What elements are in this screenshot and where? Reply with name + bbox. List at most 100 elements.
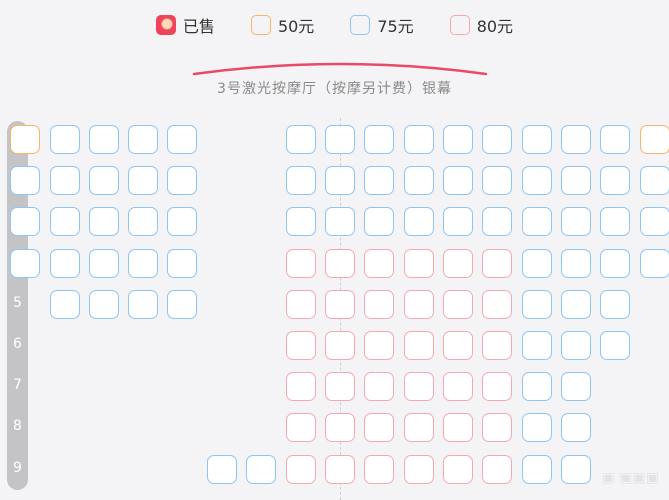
seat[interactable]	[286, 166, 316, 195]
seat[interactable]	[286, 207, 316, 236]
seat[interactable]	[443, 372, 473, 401]
seat[interactable]	[286, 455, 316, 484]
seat[interactable]	[325, 166, 355, 195]
seat[interactable]	[207, 455, 237, 484]
seat[interactable]	[128, 249, 158, 278]
seat[interactable]	[10, 249, 40, 278]
seat[interactable]	[561, 249, 591, 278]
seat[interactable]	[89, 166, 119, 195]
seat[interactable]	[600, 249, 630, 278]
seat[interactable]	[482, 372, 512, 401]
seat[interactable]	[640, 125, 669, 154]
seat[interactable]	[89, 207, 119, 236]
seat[interactable]	[482, 249, 512, 278]
seat[interactable]	[640, 207, 669, 236]
seat[interactable]	[286, 125, 316, 154]
seat[interactable]	[522, 331, 552, 360]
seat[interactable]	[482, 413, 512, 442]
seat[interactable]	[10, 207, 40, 236]
seat[interactable]	[286, 331, 316, 360]
seat[interactable]	[404, 331, 434, 360]
seat[interactable]	[443, 125, 473, 154]
seat[interactable]	[325, 413, 355, 442]
seat[interactable]	[50, 166, 80, 195]
seat[interactable]	[482, 331, 512, 360]
seat[interactable]	[404, 249, 434, 278]
seat[interactable]	[482, 166, 512, 195]
seat[interactable]	[364, 455, 394, 484]
seat[interactable]	[89, 249, 119, 278]
seat[interactable]	[50, 207, 80, 236]
seat[interactable]	[600, 125, 630, 154]
seat[interactable]	[522, 166, 552, 195]
seat[interactable]	[167, 166, 197, 195]
seat[interactable]	[286, 413, 316, 442]
seat[interactable]	[600, 166, 630, 195]
seat[interactable]	[50, 290, 80, 319]
seat[interactable]	[364, 372, 394, 401]
seat[interactable]	[364, 413, 394, 442]
seat[interactable]	[89, 290, 119, 319]
seat[interactable]	[286, 290, 316, 319]
seat[interactable]	[404, 166, 434, 195]
seat[interactable]	[640, 166, 669, 195]
seat[interactable]	[325, 249, 355, 278]
seat[interactable]	[325, 290, 355, 319]
seat[interactable]	[443, 455, 473, 484]
seat[interactable]	[325, 125, 355, 154]
seat[interactable]	[404, 372, 434, 401]
seat[interactable]	[522, 372, 552, 401]
seat[interactable]	[128, 125, 158, 154]
seat[interactable]	[443, 331, 473, 360]
seat[interactable]	[443, 290, 473, 319]
seat[interactable]	[522, 207, 552, 236]
seat[interactable]	[561, 413, 591, 442]
seat[interactable]	[561, 455, 591, 484]
seat[interactable]	[522, 249, 552, 278]
seat[interactable]	[10, 166, 40, 195]
seat[interactable]	[561, 166, 591, 195]
seat[interactable]	[404, 207, 434, 236]
seat[interactable]	[443, 413, 473, 442]
seat[interactable]	[482, 125, 512, 154]
seat[interactable]	[364, 166, 394, 195]
seat[interactable]	[404, 125, 434, 154]
seat[interactable]	[50, 125, 80, 154]
seat[interactable]	[50, 249, 80, 278]
seat[interactable]	[286, 249, 316, 278]
seat[interactable]	[600, 207, 630, 236]
seat[interactable]	[600, 290, 630, 319]
seat[interactable]	[443, 249, 473, 278]
seat[interactable]	[167, 125, 197, 154]
seat[interactable]	[286, 372, 316, 401]
seat[interactable]	[325, 331, 355, 360]
seat[interactable]	[364, 249, 394, 278]
seat[interactable]	[364, 125, 394, 154]
seat[interactable]	[89, 125, 119, 154]
seat[interactable]	[167, 207, 197, 236]
seat[interactable]	[561, 372, 591, 401]
seat[interactable]	[561, 207, 591, 236]
seat[interactable]	[404, 290, 434, 319]
seat[interactable]	[167, 249, 197, 278]
seat[interactable]	[482, 290, 512, 319]
seat[interactable]	[600, 331, 630, 360]
seat[interactable]	[404, 455, 434, 484]
seat[interactable]	[443, 207, 473, 236]
seat[interactable]	[561, 331, 591, 360]
seat[interactable]	[167, 290, 197, 319]
seat[interactable]	[364, 331, 394, 360]
seat[interactable]	[522, 413, 552, 442]
seat[interactable]	[246, 455, 276, 484]
seat[interactable]	[364, 207, 394, 236]
seat[interactable]	[128, 166, 158, 195]
seat[interactable]	[325, 372, 355, 401]
seat[interactable]	[640, 249, 669, 278]
seat[interactable]	[522, 125, 552, 154]
seat[interactable]	[128, 207, 158, 236]
seat[interactable]	[404, 413, 434, 442]
seat[interactable]	[364, 290, 394, 319]
seat[interactable]	[522, 455, 552, 484]
seat[interactable]	[128, 290, 158, 319]
seat[interactable]	[561, 125, 591, 154]
